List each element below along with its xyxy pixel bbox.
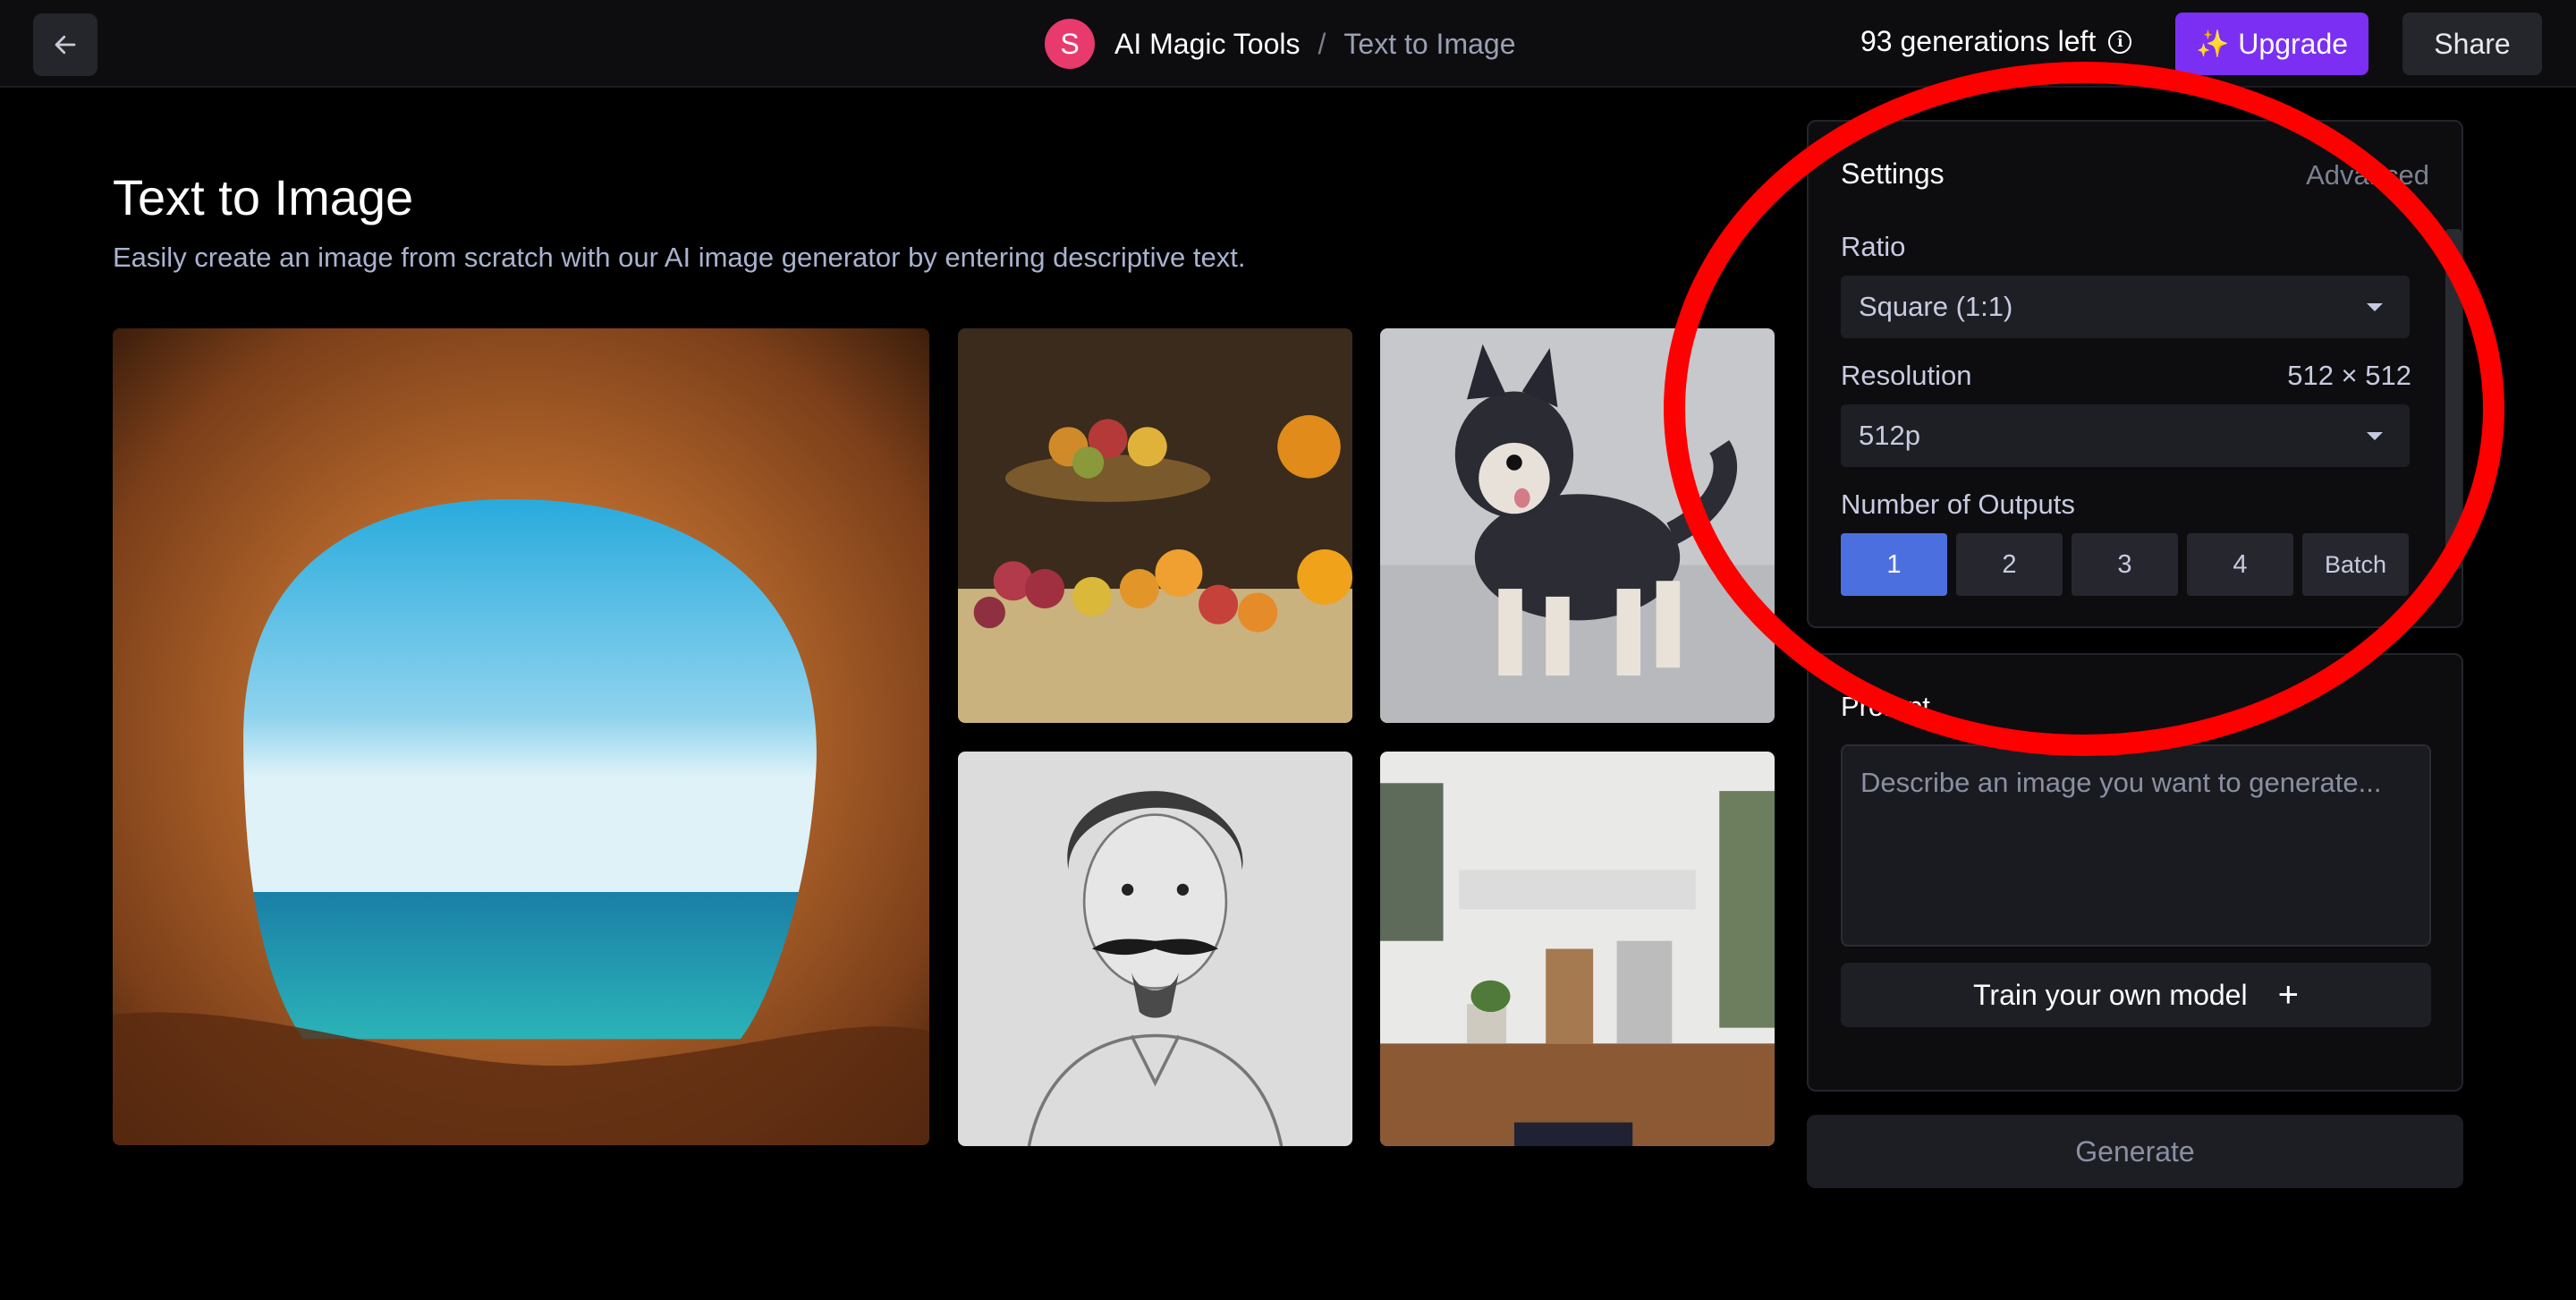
upgrade-button[interactable]: ✨ Upgrade (2175, 13, 2368, 75)
ratio-select[interactable]: Square (1:1) (1841, 276, 2410, 338)
resolution-select[interactable]: 512p (1841, 404, 2410, 467)
generations-counter: 93 generations left i (1860, 25, 2132, 58)
breadcrumb-current: Text to Image (1343, 27, 1516, 60)
back-button[interactable] (33, 13, 97, 76)
outputs-label: Number of Outputs (1841, 489, 2075, 520)
resolution-value: 512p (1859, 420, 1920, 451)
generate-button[interactable]: Generate (1807, 1115, 2463, 1188)
upgrade-label: Upgrade (2238, 27, 2349, 60)
generations-left-text: 93 generations left (1860, 25, 2097, 57)
share-button[interactable]: Share (2402, 13, 2542, 75)
page-subtitle: Easily create an image from scratch with… (113, 242, 1246, 273)
resolution-dimensions: 512 × 512 (2287, 360, 2411, 391)
ratio-value: Square (1:1) (1859, 291, 2013, 322)
outputs-selector: 1 2 3 4 Batch (1841, 533, 2409, 596)
settings-panel: Settings Advanced Ratio Square (1:1) Res… (1807, 120, 2463, 628)
output-option-1[interactable]: 1 (1841, 533, 1947, 596)
sparkles-icon: ✨ (2195, 29, 2230, 59)
output-option-3[interactable]: 3 (2072, 533, 2178, 596)
ratio-label: Ratio (1841, 231, 1906, 262)
example-image-interior[interactable] (1380, 752, 1775, 1146)
settings-scrollbar[interactable] (2445, 229, 2462, 569)
arrow-left-icon (55, 35, 76, 55)
chevron-down-icon (2367, 303, 2383, 311)
resolution-label: Resolution (1841, 360, 1972, 391)
prompt-input[interactable]: Describe an image you want to generate..… (1841, 744, 2431, 947)
train-model-button[interactable]: Train your own model + (1841, 963, 2431, 1027)
breadcrumb-app-link[interactable]: AI Magic Tools (1114, 28, 1301, 61)
output-option-2[interactable]: 2 (1956, 533, 2063, 596)
train-model-label: Train your own model (1973, 978, 2248, 1011)
output-option-4[interactable]: 4 (2187, 533, 2293, 596)
chevron-down-icon (2367, 432, 2383, 440)
settings-title: Settings (1841, 157, 1945, 190)
example-image-dog[interactable] (1380, 328, 1775, 723)
info-icon[interactable]: i (2108, 30, 2132, 54)
example-image-fruit[interactable] (958, 328, 1352, 723)
prompt-label: Prompt (1841, 691, 1930, 722)
plus-icon: + (2277, 975, 2299, 1015)
prompt-panel: Prompt Describe an image you want to gen… (1807, 653, 2463, 1092)
example-image-sketch-portrait[interactable] (958, 752, 1352, 1146)
example-image-cave[interactable] (113, 328, 929, 1145)
top-bar: S AI Magic Tools / Text to Image 93 gene… (0, 0, 2576, 88)
avatar[interactable]: S (1045, 19, 1095, 69)
page-title: Text to Image (113, 169, 414, 225)
advanced-toggle[interactable]: Advanced (2306, 159, 2429, 191)
breadcrumb: S AI Magic Tools / Text to Image (1045, 16, 1515, 72)
output-option-batch[interactable]: Batch (2302, 533, 2409, 596)
breadcrumb-separator: / (1318, 27, 1326, 60)
